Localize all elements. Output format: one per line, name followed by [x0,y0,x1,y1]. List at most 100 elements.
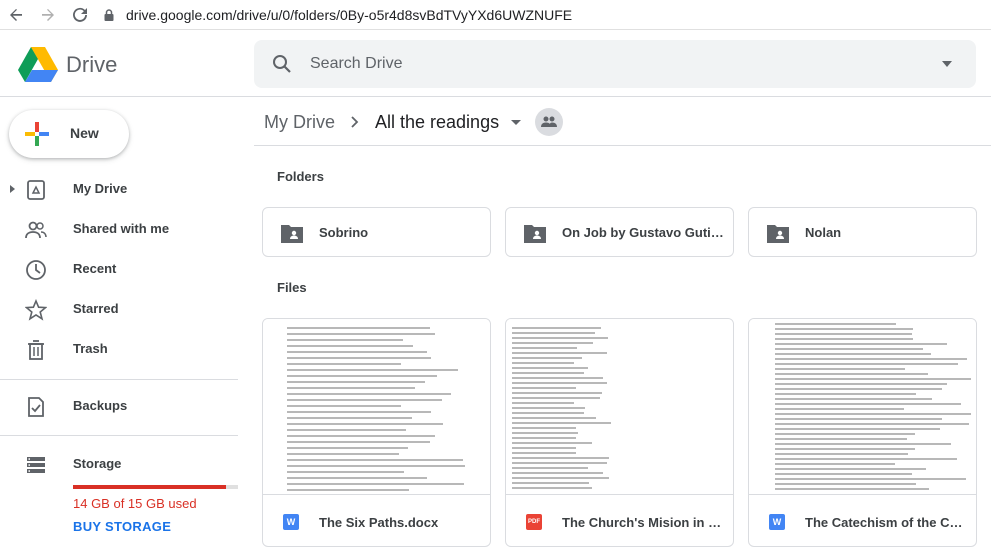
search-icon[interactable] [272,54,292,74]
thumbnail-text-line [775,413,971,415]
shared-folder-icon[interactable] [535,108,564,136]
files-section-title: Files [277,280,307,295]
thumbnail-text-line [775,403,962,405]
trash-icon [28,340,44,360]
sidebar-item-shared-with-me[interactable]: Shared with me [0,212,238,246]
reload-icon [73,7,87,22]
file-footer: W The Six Paths.docx [263,496,490,546]
sidebar-item-backups[interactable]: Backups [0,389,238,423]
clock-icon [26,260,46,280]
chevron-right-icon [351,116,359,128]
thumbnail-text-line [775,443,951,445]
shared-folder-icon [767,225,789,243]
shared-icon [25,221,47,239]
thumbnail-text-line [287,441,431,443]
file-thumbnail [749,319,976,495]
main-divider [254,145,991,146]
thumbnail-text-line [775,393,916,395]
forward-button[interactable] [32,0,64,30]
thumbnail-text-line [512,332,596,334]
thumbnail-text-line [287,339,404,341]
sidebar-item-my-drive[interactable]: My Drive [0,172,238,206]
thumbnail-text-line [512,337,608,339]
address-bar[interactable]: drive.google.com/drive/u/0/folders/0By-o… [102,7,572,23]
file-name: The Catechism of the Catholic Church [805,515,965,530]
thumbnail-text-line [512,437,576,439]
file-card[interactable]: W The Six Paths.docx [262,318,491,547]
thumbnail-text-line [775,343,947,345]
chevron-down-icon[interactable] [511,119,522,125]
thumbnail-text-line [775,418,942,420]
thumbnail-text-line [287,435,436,437]
shared-folder-icon [524,225,546,243]
file-thumbnail [506,319,733,495]
lock-icon [104,8,114,21]
file-card[interactable]: PDF The Church's Mision in the World.pdf [505,318,734,547]
thumbnail-text-line [287,411,431,413]
folder-card[interactable]: Nolan [748,207,977,257]
star-icon [25,299,47,321]
drive-logo-icon[interactable] [18,47,58,82]
thumbnail-text-line [287,405,401,407]
thumbnail-text-line [512,392,602,394]
thumbnail-text-line [512,462,608,464]
thumbnail-text-line [512,447,577,449]
sidebar-item-recent[interactable]: Recent [0,252,238,286]
new-button-label: New [70,125,99,141]
storage-usage-bar [73,485,238,489]
thumbnail-text-line [287,477,427,479]
thumbnail-text-line [775,428,941,430]
thumbnail-text-line [512,412,584,414]
thumbnail-text-line [512,442,592,444]
thumbnail-text-line [775,383,947,385]
thumbnail-text-line [512,347,577,349]
file-name: The Church's Mision in the World.pdf [562,515,722,530]
thumbnail-text-line [512,472,604,474]
thumbnail-text-line [775,328,914,330]
thumbnail-text-line [512,452,576,454]
back-button[interactable] [0,0,32,30]
thumbnail-text-line [775,468,926,470]
thumbnail-text-line [775,438,907,440]
folder-card[interactable]: Sobrino [262,207,491,257]
expand-arrow-icon[interactable] [10,185,15,193]
reload-button[interactable] [64,0,96,30]
thumbnail-text-line [775,363,959,365]
search-options-chevron-icon[interactable] [942,61,952,67]
thumbnail-text-line [775,473,913,475]
sidebar-item-starred[interactable]: Starred [0,292,238,326]
storage-usage-text: 14 GB of 15 GB used [73,496,197,511]
thumbnail-text-line [775,463,895,465]
thumbnail-text-line [512,352,608,354]
sidebar-item-storage[interactable]: Storage [0,447,238,481]
thumbnail-text-line [775,433,916,435]
breadcrumb-current-folder[interactable]: All the readings [375,112,499,133]
thumbnail-text-line [287,453,399,455]
folder-name: Nolan [805,225,842,240]
buy-storage-link[interactable]: BUY STORAGE [73,519,171,534]
arrow-right-icon [42,8,54,21]
thumbnail-text-line [512,477,609,479]
storage-usage-fill [73,485,227,489]
thumbnail-text-line [512,432,578,434]
breadcrumb-my-drive[interactable]: My Drive [264,112,335,133]
search-input[interactable] [310,55,910,73]
arrow-left-icon [10,8,22,21]
app-name: Drive [66,52,118,77]
folder-card[interactable]: On Job by Gustavo Gutierrez [505,207,734,257]
thumbnail-text-line [512,327,602,329]
sidebar-item-trash[interactable]: Trash [0,332,238,366]
thumbnail-text-line [775,408,905,410]
thumbnail-text-line [512,402,575,404]
sidebar-item-label: Shared with me [73,221,170,236]
thumbnail-text-line [512,417,597,419]
search-bar[interactable] [254,40,976,88]
thumbnail-text-line [775,333,913,335]
thumbnail-text-line [287,351,427,353]
thumbnail-text-line [512,342,594,344]
thumbnail-text-line [287,327,431,329]
docx-file-icon: W [283,514,299,530]
thumbnail-text-line [775,373,929,375]
new-button[interactable]: New [9,110,129,158]
file-card[interactable]: W The Catechism of the Catholic Church [748,318,977,547]
